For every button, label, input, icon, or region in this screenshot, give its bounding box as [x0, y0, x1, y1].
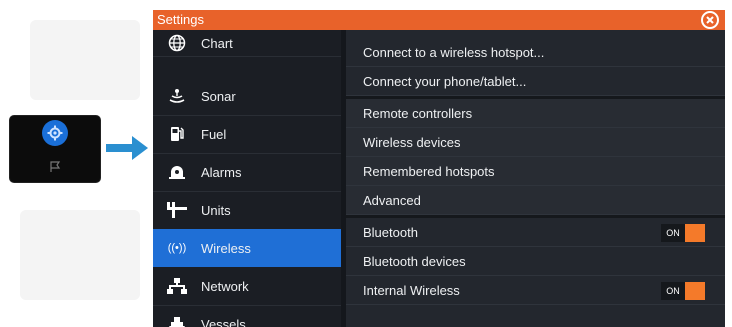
dialog-title-bar: Settings — [153, 10, 725, 30]
sidebar-item-vessels[interactable]: Vessels — [153, 305, 341, 327]
menu-item-label: Internal Wireless — [363, 283, 460, 298]
toggle-state-label: ON — [661, 224, 685, 242]
menu-item-remembered-hotspots[interactable]: Remembered hotspots — [346, 157, 725, 186]
flag-icon — [48, 160, 62, 174]
menu-item-advanced[interactable]: Advanced — [346, 186, 725, 215]
toggle-knob — [685, 282, 705, 300]
fuel-pump-icon — [153, 125, 201, 143]
settings-shortcut-thumbnail — [10, 116, 100, 182]
alarm-bell-icon — [153, 163, 201, 181]
menu-item-label: Connect your phone/tablet... — [363, 74, 527, 89]
dialog-title: Settings — [157, 12, 204, 27]
menu-item-internal-wireless: Internal Wireless ON — [346, 276, 725, 305]
menu-item-label: Remembered hotspots — [363, 164, 495, 179]
sidebar-item-units[interactable]: Units — [153, 191, 341, 229]
toggle-knob — [685, 224, 705, 242]
sidebar-item-wireless[interactable]: ((•)) Wireless — [153, 229, 341, 267]
sidebar-item-label: Alarms — [201, 164, 242, 180]
sidebar-item-label: Fuel — [201, 126, 227, 142]
vessel-icon — [153, 315, 201, 327]
menu-item-remote-controllers[interactable]: Remote controllers — [346, 99, 725, 128]
menu-item-label: Remote controllers — [363, 106, 473, 121]
menu-item-label: Wireless devices — [363, 135, 461, 150]
close-icon[interactable] — [701, 11, 719, 29]
toggle-state-label: ON — [661, 282, 685, 300]
sidebar-item-label: Network — [201, 278, 249, 294]
sidebar-item-label: Wireless — [201, 240, 251, 256]
sidebar-item-label: Vessels — [201, 316, 246, 327]
wireless-settings-panel: Connect to a wireless hotspot... Connect… — [346, 30, 725, 327]
sidebar-item-chart[interactable]: Chart — [153, 30, 341, 56]
menu-item-label: Connect to a wireless hotspot... — [363, 45, 545, 60]
menu-item-connect-hotspot[interactable]: Connect to a wireless hotspot... — [346, 38, 725, 67]
settings-dialog: Settings Chart Sonar Fuel Alarms Units (… — [153, 10, 725, 327]
wireless-icon: ((•)) — [167, 242, 187, 254]
internal-wireless-toggle[interactable]: ON — [661, 282, 705, 300]
sidebar-item-fuel[interactable]: Fuel — [153, 115, 341, 153]
divider — [153, 56, 341, 57]
menu-item-label: Bluetooth — [363, 225, 418, 240]
menu-item-connect-phone[interactable]: Connect your phone/tablet... — [346, 67, 725, 96]
bluetooth-toggle[interactable]: ON — [661, 224, 705, 242]
sidebar-item-sonar[interactable]: Sonar — [153, 77, 341, 115]
menu-item-bluetooth-devices[interactable]: Bluetooth devices — [346, 247, 725, 276]
sidebar-item-label: Sonar — [201, 88, 236, 104]
background-ghost-panel — [20, 210, 140, 300]
menu-item-bluetooth: Bluetooth ON — [346, 218, 725, 247]
sidebar-item-alarms[interactable]: Alarms — [153, 153, 341, 191]
gear-icon — [42, 120, 68, 146]
sonar-icon — [153, 87, 201, 105]
background-ghost-panel — [30, 20, 140, 100]
units-ruler-icon — [153, 201, 201, 219]
settings-sidebar: Chart Sonar Fuel Alarms Units ((•)) Wire… — [153, 30, 341, 327]
sidebar-item-network[interactable]: Network — [153, 267, 341, 305]
menu-item-wireless-devices[interactable]: Wireless devices — [346, 128, 725, 157]
sidebar-item-label: Chart — [201, 35, 233, 51]
network-icon — [153, 277, 201, 295]
sidebar-item-label: Units — [201, 202, 231, 218]
menu-item-label: Advanced — [363, 193, 421, 208]
globe-icon — [153, 34, 201, 52]
menu-item-label: Bluetooth devices — [363, 254, 466, 269]
arrow-right-icon — [106, 136, 148, 160]
